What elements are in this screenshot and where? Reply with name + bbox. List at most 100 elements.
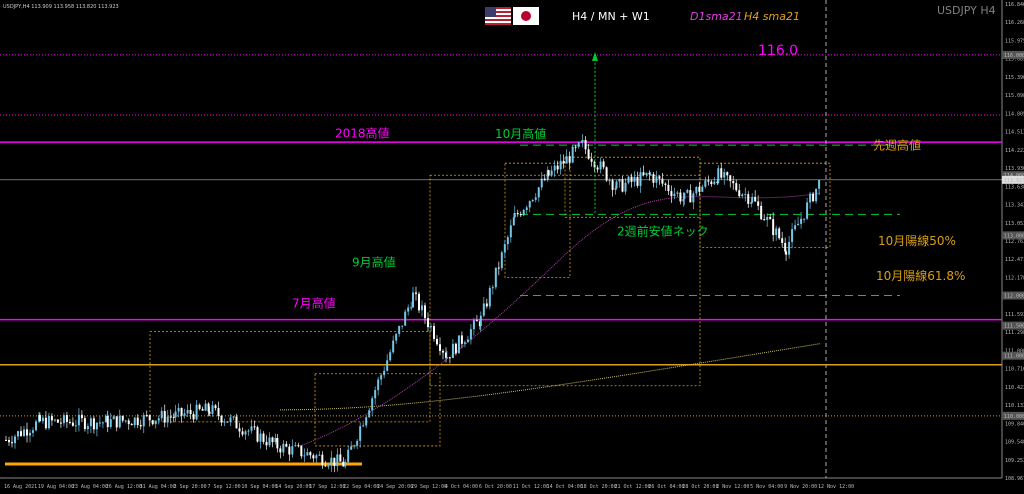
candle-body [642,172,645,176]
h4-sma-legend: H4 sma21 [744,10,800,23]
candle-body [525,207,528,211]
us-flag-icon [485,7,511,25]
price-badge: 113.000 [1004,233,1024,239]
d1-sma-legend: D1sma21 [690,10,743,23]
price-badge: 110.000 [1004,414,1024,420]
candle-body [744,194,747,196]
candle-body [189,409,192,415]
candle-body [321,454,324,466]
candle-body [766,217,769,220]
candle-body [509,225,512,238]
candle-body [683,192,686,200]
candle-body [53,419,56,421]
candle-body [785,251,788,255]
candle-body [20,431,22,436]
candle-body [412,292,414,308]
candle-body [220,415,223,423]
candle-body [386,360,389,371]
candle-body [330,457,333,466]
time-tick-label: 28 Oct 20:00 [682,484,718,490]
candle-body [522,210,525,216]
candle-body [639,172,642,186]
candle-body [649,174,652,176]
candle-body [633,176,636,182]
price-tick-label: 113.930 [1005,166,1024,172]
candle-body [139,425,142,427]
candle-body [812,193,815,202]
price-tick-label: 112.763 [1005,239,1024,245]
candle-body [460,335,463,344]
time-tick-label: 18 Oct 20:00 [581,484,617,490]
candle-body [615,181,618,189]
candle-body [488,287,491,307]
candle-body [89,418,92,427]
candle-body [673,193,676,197]
candle-body [815,188,818,202]
candle-body [92,418,95,430]
annotation-label: 9月高値 [352,255,396,270]
candle-body [658,176,661,179]
candle-body [624,182,627,192]
candle-body [686,190,689,193]
candle-body [735,183,738,191]
candle-body [418,293,420,311]
candle-body [29,432,31,436]
candle-body [491,287,494,289]
price-tick-label: 116.846 [1005,2,1024,8]
candle-body [772,219,775,236]
candle-body [32,430,34,433]
candle-body [98,422,101,424]
candle-body [788,241,791,255]
candle-body [707,180,710,182]
candle-body [17,431,19,437]
candle-body [250,426,253,431]
candle-body [692,193,695,203]
candle-body [599,161,602,170]
price-badge: 116.000 [1004,53,1024,59]
price-tick-label: 109.548 [1005,440,1024,446]
candle-body [809,193,812,203]
candle-body [136,417,139,426]
candle-body [127,420,130,425]
candle-body [374,390,377,399]
candle-body [475,320,478,322]
candle-body [235,416,238,429]
candle-body [124,420,127,422]
price-tick-label: 114.513 [1005,130,1024,136]
time-tick-label: 26 Oct 04:00 [648,484,684,490]
candle-body [664,183,667,185]
candle-body [410,307,413,309]
candle-body [738,190,741,197]
price-tick-label: 112.178 [1005,275,1024,281]
candle-body [232,416,235,418]
candle-body [611,180,614,190]
candle-body [160,410,163,419]
candle-body [121,415,124,421]
candle-body [479,315,482,327]
candle-body [238,428,241,432]
candle-body [130,424,133,426]
candle-body [229,417,232,422]
candle-body [427,318,429,328]
time-tick-label: 7 Sep 12:00 [208,484,241,490]
candle-body [534,197,537,200]
candle-body [223,421,226,423]
annotation-label: 2018高値 [335,125,390,140]
candle-body [445,357,448,359]
candle-body [318,454,321,456]
candle-body [306,452,309,456]
candle-body [713,181,716,185]
candle-body [457,335,460,354]
candle-body [797,223,800,226]
price-chart[interactable]: 116.846116.268115.975115.683115.390115.0… [0,0,1024,494]
time-tick-label: 24 Sep 20:00 [377,484,413,490]
candle-body [324,465,327,467]
time-tick-label: 10 Sep 04:00 [241,484,277,490]
candle-body [513,213,516,218]
candle-body [344,462,347,467]
time-tick-label: 14 Sep 20:00 [275,484,311,490]
candle-body [26,429,28,436]
candle-body [8,440,10,443]
candle-body [717,168,720,183]
candle-body [574,146,577,148]
